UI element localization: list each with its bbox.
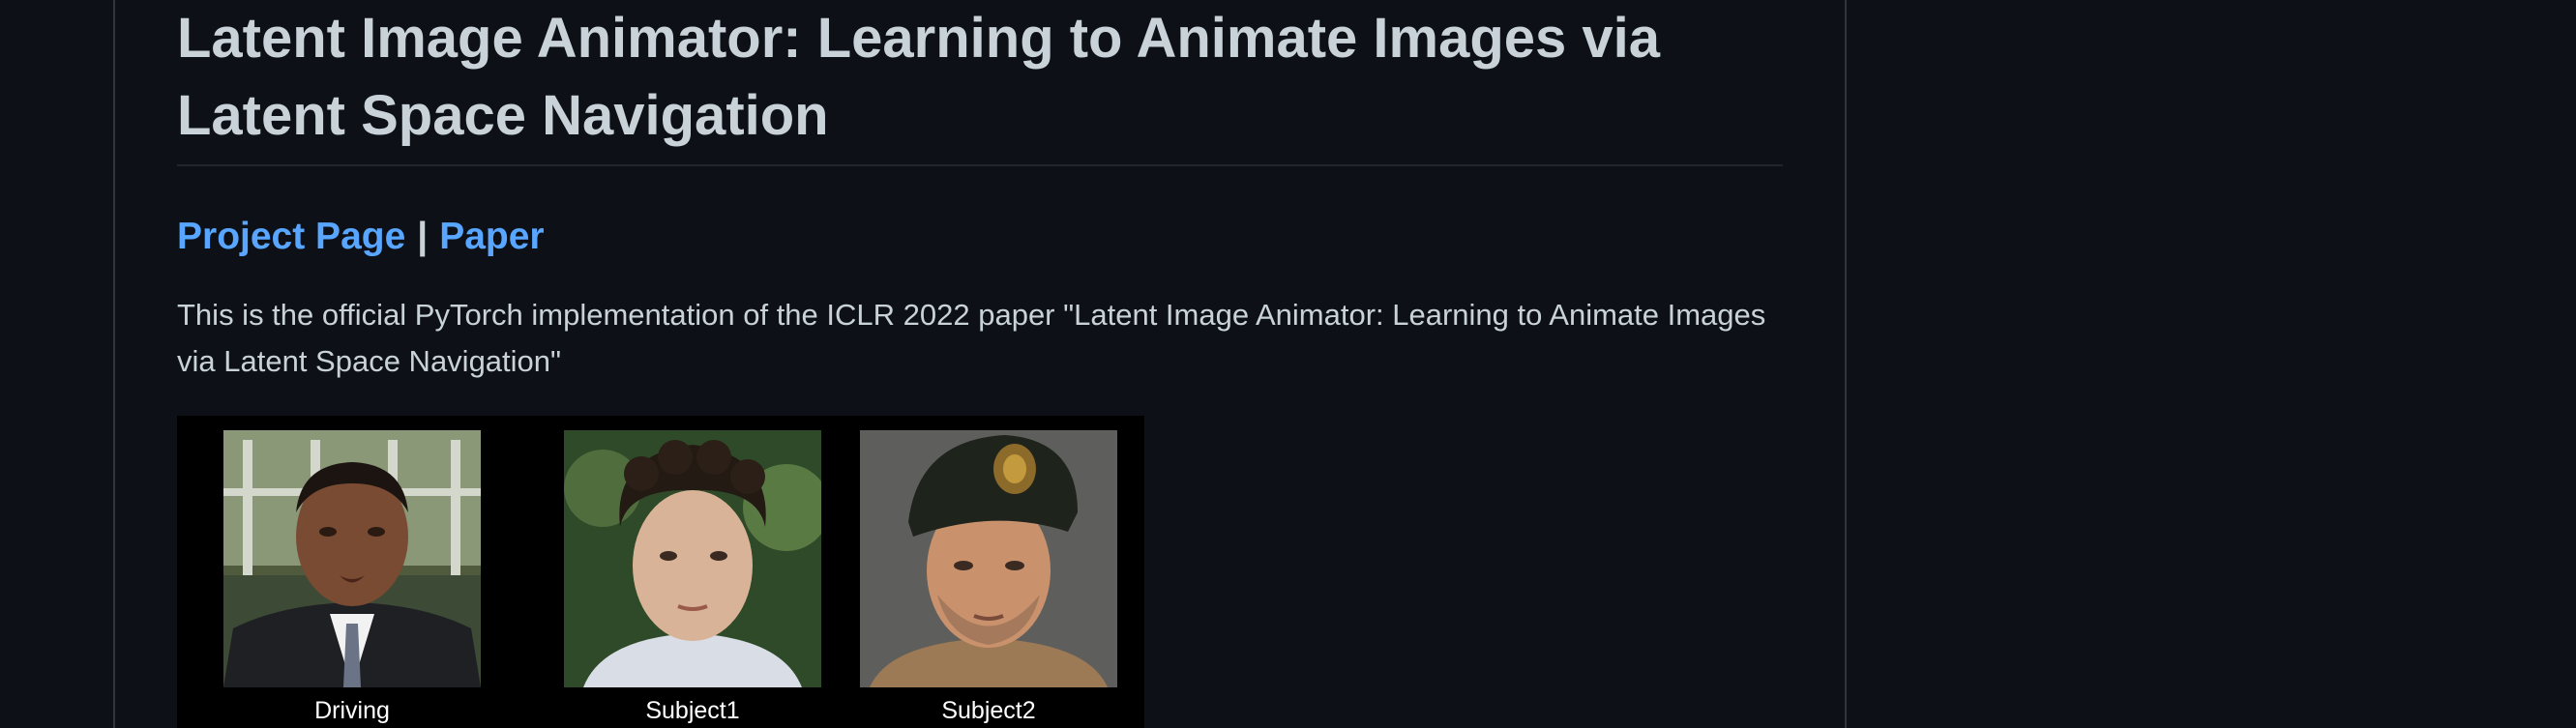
links-line: Project Page | Paper bbox=[177, 211, 545, 263]
demo-animation-image: Driving Subject1 Subject2 bbox=[177, 416, 1144, 728]
caption-subject1: Subject1 bbox=[645, 697, 740, 724]
caption-subject2: Subject2 bbox=[941, 697, 1036, 724]
link-separator: | bbox=[417, 216, 429, 257]
subject2-face-image bbox=[860, 430, 1117, 687]
caption-driving: Driving bbox=[314, 697, 390, 724]
driving-face-image bbox=[223, 430, 481, 687]
subject1-face-image bbox=[564, 430, 821, 687]
paper-link[interactable]: Paper bbox=[439, 216, 544, 257]
readme-title: Latent Image Animator: Learning to Anima… bbox=[177, 7, 1661, 147]
title-divider bbox=[177, 164, 1783, 166]
project-page-link[interactable]: Project Page bbox=[177, 216, 405, 257]
readme-description: This is the official PyTorch implementat… bbox=[177, 298, 1766, 378]
